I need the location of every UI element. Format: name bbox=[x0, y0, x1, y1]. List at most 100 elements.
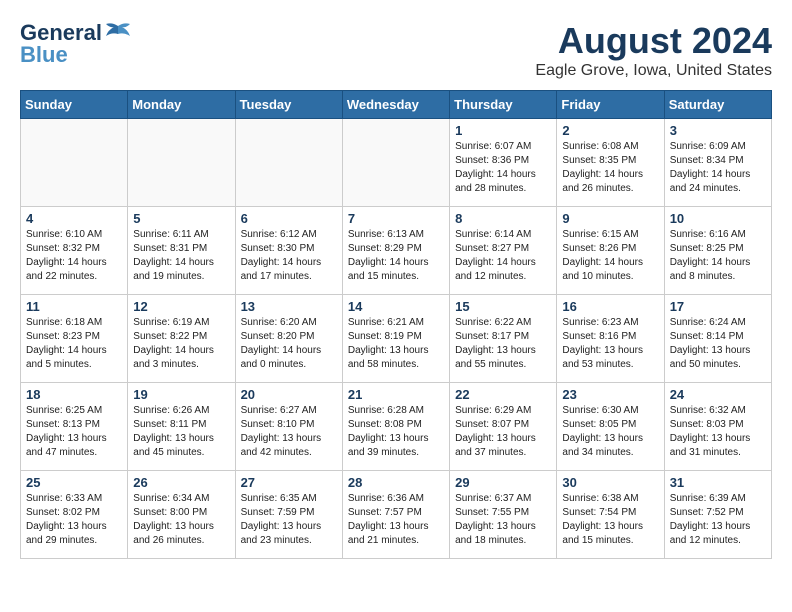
day-number: 11 bbox=[26, 299, 122, 314]
page-header: General Blue August 2024 Eagle Grove, Io… bbox=[20, 20, 772, 80]
day-number: 9 bbox=[562, 211, 658, 226]
day-cell: 11 Sunrise: 6:18 AM Sunset: 8:23 PM Dayli… bbox=[21, 295, 128, 383]
day-cell: 22 Sunrise: 6:29 AM Sunset: 8:07 PM Dayli… bbox=[450, 383, 557, 471]
day-cell: 12 Sunrise: 6:19 AM Sunset: 8:22 PM Dayli… bbox=[128, 295, 235, 383]
day-info: Sunrise: 6:19 AM Sunset: 8:22 PM Dayligh… bbox=[133, 316, 229, 372]
week-row-2: 4Sunrise: 6:10 AM Sunset: 8:32 PM Daylig… bbox=[21, 207, 772, 295]
weekday-header-sunday: Sunday bbox=[21, 91, 128, 119]
day-info: Sunrise: 6:36 AM Sunset: 7:57 PM Dayligh… bbox=[348, 492, 444, 548]
day-info: Sunrise: 6:35 AM Sunset: 7:59 PM Dayligh… bbox=[241, 492, 337, 548]
day-info: Sunrise: 6:32 AM Sunset: 8:03 PM Dayligh… bbox=[670, 404, 766, 460]
day-cell: 2Sunrise: 6:08 AM Sunset: 8:35 PM Daylig… bbox=[557, 119, 664, 207]
weekday-header-monday: Monday bbox=[128, 91, 235, 119]
day-number: 28 bbox=[348, 475, 444, 490]
day-number: 16 bbox=[562, 299, 658, 314]
day-cell: 24 Sunrise: 6:32 AM Sunset: 8:03 PM Dayli… bbox=[664, 383, 771, 471]
day-number: 23 bbox=[562, 387, 658, 402]
day-number: 26 bbox=[133, 475, 229, 490]
day-info: Sunrise: 6:29 AM Sunset: 8:07 PM Dayligh… bbox=[455, 404, 551, 460]
day-number: 17 bbox=[670, 299, 766, 314]
day-number: 2 bbox=[562, 123, 658, 138]
day-cell bbox=[21, 119, 128, 207]
day-info: Sunrise: 6:14 AM Sunset: 8:27 PM Dayligh… bbox=[455, 228, 551, 284]
day-info: Sunrise: 6:27 AM Sunset: 8:10 PM Dayligh… bbox=[241, 404, 337, 460]
day-cell: 20 Sunrise: 6:27 AM Sunset: 8:10 PM Dayli… bbox=[235, 383, 342, 471]
day-info: Sunrise: 6:18 AM Sunset: 8:23 PM Dayligh… bbox=[26, 316, 122, 372]
day-cell: 26 Sunrise: 6:34 AM Sunset: 8:00 PM Dayli… bbox=[128, 471, 235, 559]
day-number: 4 bbox=[26, 211, 122, 226]
day-info: Sunrise: 6:38 AM Sunset: 7:54 PM Dayligh… bbox=[562, 492, 658, 548]
day-cell: 15 Sunrise: 6:22 AM Sunset: 8:17 PM Dayli… bbox=[450, 295, 557, 383]
day-info: Sunrise: 6:09 AM Sunset: 8:34 PM Dayligh… bbox=[670, 140, 766, 196]
day-cell: 4Sunrise: 6:10 AM Sunset: 8:32 PM Daylig… bbox=[21, 207, 128, 295]
week-row-5: 25 Sunrise: 6:33 AM Sunset: 8:02 PM Dayli… bbox=[21, 471, 772, 559]
day-cell: 10Sunrise: 6:16 AM Sunset: 8:25 PM Dayli… bbox=[664, 207, 771, 295]
calendar-table: SundayMondayTuesdayWednesdayThursdayFrid… bbox=[20, 90, 772, 559]
calendar-subtitle: Eagle Grove, Iowa, United States bbox=[535, 62, 772, 80]
day-info: Sunrise: 6:28 AM Sunset: 8:08 PM Dayligh… bbox=[348, 404, 444, 460]
day-number: 14 bbox=[348, 299, 444, 314]
weekday-header-saturday: Saturday bbox=[664, 91, 771, 119]
day-number: 27 bbox=[241, 475, 337, 490]
week-row-4: 18 Sunrise: 6:25 AM Sunset: 8:13 PM Dayli… bbox=[21, 383, 772, 471]
day-cell: 27 Sunrise: 6:35 AM Sunset: 7:59 PM Dayli… bbox=[235, 471, 342, 559]
calendar-title: August 2024 bbox=[535, 20, 772, 62]
day-info: Sunrise: 6:22 AM Sunset: 8:17 PM Dayligh… bbox=[455, 316, 551, 372]
day-cell bbox=[235, 119, 342, 207]
day-info: Sunrise: 6:15 AM Sunset: 8:26 PM Dayligh… bbox=[562, 228, 658, 284]
day-cell: 19Sunrise: 6:26 AM Sunset: 8:11 PM Dayli… bbox=[128, 383, 235, 471]
day-number: 30 bbox=[562, 475, 658, 490]
day-info: Sunrise: 6:33 AM Sunset: 8:02 PM Dayligh… bbox=[26, 492, 122, 548]
day-info: Sunrise: 6:39 AM Sunset: 7:52 PM Dayligh… bbox=[670, 492, 766, 548]
day-number: 1 bbox=[455, 123, 551, 138]
day-number: 20 bbox=[241, 387, 337, 402]
weekday-header-thursday: Thursday bbox=[450, 91, 557, 119]
day-number: 8 bbox=[455, 211, 551, 226]
day-info: Sunrise: 6:30 AM Sunset: 8:05 PM Dayligh… bbox=[562, 404, 658, 460]
day-info: Sunrise: 6:11 AM Sunset: 8:31 PM Dayligh… bbox=[133, 228, 229, 284]
day-info: Sunrise: 6:37 AM Sunset: 7:55 PM Dayligh… bbox=[455, 492, 551, 548]
day-number: 13 bbox=[241, 299, 337, 314]
day-cell: 28 Sunrise: 6:36 AM Sunset: 7:57 PM Dayli… bbox=[342, 471, 449, 559]
day-number: 18 bbox=[26, 387, 122, 402]
weekday-header-row: SundayMondayTuesdayWednesdayThursdayFrid… bbox=[21, 91, 772, 119]
day-number: 22 bbox=[455, 387, 551, 402]
day-info: Sunrise: 6:26 AM Sunset: 8:11 PM Dayligh… bbox=[133, 404, 229, 460]
day-info: Sunrise: 6:13 AM Sunset: 8:29 PM Dayligh… bbox=[348, 228, 444, 284]
logo: General Blue bbox=[20, 20, 132, 68]
day-number: 21 bbox=[348, 387, 444, 402]
day-info: Sunrise: 6:24 AM Sunset: 8:14 PM Dayligh… bbox=[670, 316, 766, 372]
day-number: 3 bbox=[670, 123, 766, 138]
day-cell: 3 Sunrise: 6:09 AM Sunset: 8:34 PM Daylig… bbox=[664, 119, 771, 207]
day-info: Sunrise: 6:34 AM Sunset: 8:00 PM Dayligh… bbox=[133, 492, 229, 548]
day-cell: 16Sunrise: 6:23 AM Sunset: 8:16 PM Dayli… bbox=[557, 295, 664, 383]
day-cell: 25 Sunrise: 6:33 AM Sunset: 8:02 PM Dayli… bbox=[21, 471, 128, 559]
day-cell: 6 Sunrise: 6:12 AM Sunset: 8:30 PM Daylig… bbox=[235, 207, 342, 295]
day-number: 24 bbox=[670, 387, 766, 402]
weekday-header-tuesday: Tuesday bbox=[235, 91, 342, 119]
day-number: 31 bbox=[670, 475, 766, 490]
day-cell: 14Sunrise: 6:21 AM Sunset: 8:19 PM Dayli… bbox=[342, 295, 449, 383]
day-cell: 31 Sunrise: 6:39 AM Sunset: 7:52 PM Dayli… bbox=[664, 471, 771, 559]
day-cell: 8 Sunrise: 6:14 AM Sunset: 8:27 PM Daylig… bbox=[450, 207, 557, 295]
logo-bird-icon bbox=[104, 22, 132, 44]
day-number: 7 bbox=[348, 211, 444, 226]
weekday-header-friday: Friday bbox=[557, 91, 664, 119]
day-number: 6 bbox=[241, 211, 337, 226]
logo-blue: Blue bbox=[20, 42, 68, 68]
day-info: Sunrise: 6:25 AM Sunset: 8:13 PM Dayligh… bbox=[26, 404, 122, 460]
day-cell: 18 Sunrise: 6:25 AM Sunset: 8:13 PM Dayli… bbox=[21, 383, 128, 471]
day-number: 29 bbox=[455, 475, 551, 490]
week-row-1: 1Sunrise: 6:07 AM Sunset: 8:36 PM Daylig… bbox=[21, 119, 772, 207]
day-info: Sunrise: 6:16 AM Sunset: 8:25 PM Dayligh… bbox=[670, 228, 766, 284]
day-cell: 30 Sunrise: 6:38 AM Sunset: 7:54 PM Dayli… bbox=[557, 471, 664, 559]
day-cell: 17 Sunrise: 6:24 AM Sunset: 8:14 PM Dayli… bbox=[664, 295, 771, 383]
day-cell: 21 Sunrise: 6:28 AM Sunset: 8:08 PM Dayli… bbox=[342, 383, 449, 471]
day-number: 15 bbox=[455, 299, 551, 314]
day-number: 12 bbox=[133, 299, 229, 314]
title-block: August 2024 Eagle Grove, Iowa, United St… bbox=[535, 20, 772, 80]
day-info: Sunrise: 6:12 AM Sunset: 8:30 PM Dayligh… bbox=[241, 228, 337, 284]
day-info: Sunrise: 6:20 AM Sunset: 8:20 PM Dayligh… bbox=[241, 316, 337, 372]
day-number: 25 bbox=[26, 475, 122, 490]
day-cell: 13 Sunrise: 6:20 AM Sunset: 8:20 PM Dayli… bbox=[235, 295, 342, 383]
